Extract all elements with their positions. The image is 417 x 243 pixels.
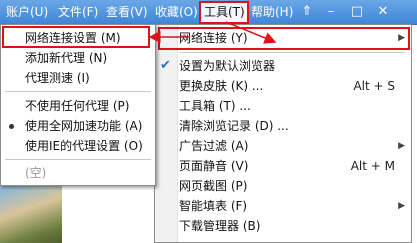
menu-item-label: 智能填表 (F) [179,199,248,213]
tools-item-mute[interactable]: 页面静音 (V) Alt + M [155,156,411,176]
submenu-arrow-icon: ▶ [398,201,405,211]
highlight-box-tools [199,1,249,24]
menu-separator [179,52,405,53]
radio-selected-icon [9,124,14,129]
menu-account[interactable]: 账户(U) [6,2,48,22]
tools-item-default-browser[interactable]: ✔ 设置为默认浏览器 [155,56,411,76]
submenu-arrow-icon: ▶ [398,141,405,151]
shortcut-label: Alt + M [350,159,395,173]
menu-item-label: 广告过滤 (A) [179,139,249,153]
menu-item-label: 下载管理器 (B) [179,219,261,233]
tools-item-autofill[interactable]: 智能填表 (F) ▶ [155,196,411,216]
menu-item-label: 清除浏览记录 (D) ... [179,119,289,133]
minimize-icon[interactable]: – [322,3,340,21]
proxy-item-no-proxy[interactable]: 不使用任何代理 (P) [1,96,155,116]
menu-separator [5,91,151,92]
proxy-item-empty: (空) [1,163,155,183]
proxy-item-speed-test[interactable]: 代理测速 (I) [1,68,155,88]
menu-item-label: 不使用任何代理 (P) [25,99,130,113]
menu-item-label: 代理测速 (I) [25,71,90,85]
tools-item-toolbox[interactable]: 工具箱 (T) ... [155,96,411,116]
tools-item-clear-history[interactable]: 清除浏览记录 (D) ... [155,116,411,136]
tools-item-download-manager[interactable]: 下载管理器 (B) [155,216,411,236]
menu-item-label: (空) [25,166,47,180]
menu-item-label: 添加新代理 (N) [25,51,108,65]
checkmark-icon: ✔ [160,58,171,73]
menu-help[interactable]: 帮助(H) [251,2,293,22]
proxy-menu: 网络连接设置 (M) 添加新代理 (N) 代理测速 (I) 不使用任何代理 (P… [0,24,156,186]
shortcut-label: Alt + S [353,79,395,93]
menu-item-label: 网页截图 (P) [179,179,248,193]
close-icon[interactable]: ✕ [374,3,392,21]
menu-item-label: 使用全网加速功能 (A) [25,119,143,133]
menu-item-label: 使用IE的代理设置 (O) [25,139,143,153]
proxy-item-add-proxy[interactable]: 添加新代理 (N) [1,48,155,68]
menu-item-label: 工具箱 (T) ... [179,99,251,113]
proxy-item-full-accel[interactable]: 使用全网加速功能 (A) [1,116,155,136]
menu-favorites[interactable]: 收藏(O) [155,2,198,22]
highlight-box-settings [2,26,150,48]
tools-item-screenshot[interactable]: 网页截图 (P) [155,176,411,196]
menu-file[interactable]: 文件(F) [58,2,98,22]
tools-menu: 网络连接 (Y) ▶ ✔ 设置为默认浏览器 更换皮肤 (K) ... Alt +… [154,24,412,243]
pin-icon[interactable]: ⇑ [298,3,316,21]
tools-item-skin[interactable]: 更换皮肤 (K) ... Alt + S [155,76,411,96]
menu-separator [5,159,151,160]
menu-view[interactable]: 查看(V) [106,2,148,22]
menu-item-label: 页面静音 (V) [179,159,249,173]
menu-item-label: 设置为默认浏览器 [179,59,276,73]
tools-item-ad-filter[interactable]: 广告过滤 (A) ▶ [155,136,411,156]
proxy-item-ie-proxy[interactable]: 使用IE的代理设置 (O) [1,136,155,156]
highlight-box-network [158,27,410,50]
menu-item-label: 更换皮肤 (K) ... [179,79,264,93]
maximize-icon[interactable]: □ [348,3,366,21]
